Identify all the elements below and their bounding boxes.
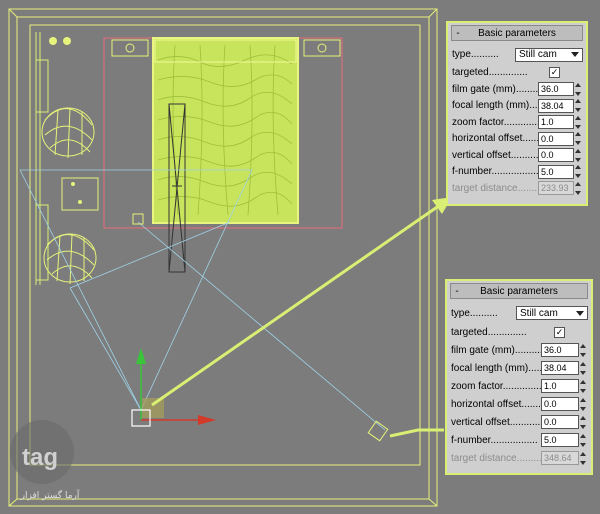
parameter-label: f-number................. xyxy=(451,434,538,446)
type-value: Still cam xyxy=(520,307,558,319)
parameter-row: zoom factor.................1.0 xyxy=(448,114,586,131)
parameter-value-field[interactable]: 1.0 xyxy=(538,115,574,130)
parameter-row: target distance.................233.93 xyxy=(448,180,586,197)
parameter-value-field[interactable]: 36.0 xyxy=(541,343,579,357)
basic-parameters-panel-top: - Basic parameters type.......... Still … xyxy=(446,21,588,206)
type-value: Still cam xyxy=(519,49,557,60)
basic-parameters-panel-bottom: - Basic parameters type.......... Still … xyxy=(445,279,593,475)
parameter-value-field: 233.93 xyxy=(538,181,574,196)
parameter-label: vertical offset................. xyxy=(452,149,538,161)
parameter-row: focal length (mm).................38.04 xyxy=(448,98,586,115)
side-table-item xyxy=(78,200,82,204)
parameter-value-field: 348.64 xyxy=(541,451,579,465)
wall-lamp-2 xyxy=(63,37,71,45)
parameter-label: zoom factor................. xyxy=(452,116,538,128)
parameter-row: vertical offset.................0.0 xyxy=(447,413,591,431)
spinner-icon[interactable] xyxy=(575,165,582,179)
parameter-value-field[interactable]: 38.04 xyxy=(538,98,574,113)
parameter-label: film gate (mm)................. xyxy=(452,83,538,95)
parameter-label: vertical offset................. xyxy=(451,416,541,428)
parameter-label: horizontal offset................. xyxy=(451,398,541,410)
collapse-icon[interactable]: - xyxy=(451,286,463,297)
rollout-header[interactable]: - Basic parameters xyxy=(451,25,583,41)
side-table-item xyxy=(71,182,75,186)
parameter-label: focal length (mm)................. xyxy=(452,100,538,112)
wall-lamp-1 xyxy=(49,37,57,45)
parameter-row: horizontal offset.................0.0 xyxy=(448,131,586,148)
logo: tag xyxy=(10,420,74,484)
parameter-row: f-number................. 5.0 xyxy=(447,431,591,449)
type-row: type.......... Still cam xyxy=(447,303,591,323)
spinner-icon[interactable] xyxy=(575,115,582,129)
spinner-icon[interactable] xyxy=(575,148,582,162)
targeted-row: targeted.............. ✓ xyxy=(447,323,591,341)
parameter-list: film gate (mm).................36.0focal… xyxy=(448,81,586,197)
spinner-icon[interactable] xyxy=(580,361,587,375)
parameter-label: horizontal offset................. xyxy=(452,133,538,145)
collapse-icon[interactable]: - xyxy=(452,28,464,39)
targeted-label: targeted.............. xyxy=(452,67,528,78)
chevron-down-icon xyxy=(571,52,579,57)
spinner-icon[interactable] xyxy=(580,379,587,393)
parameter-value-field[interactable]: 5.0 xyxy=(538,164,574,179)
watermark-text: آرما گستر افزار xyxy=(20,489,80,501)
spinner-icon[interactable] xyxy=(575,132,582,146)
logo-text: tag xyxy=(22,444,58,471)
parameter-value-field[interactable]: 5.0 xyxy=(541,433,579,447)
type-dropdown[interactable]: Still cam xyxy=(515,47,583,62)
parameter-label: zoom factor................. xyxy=(451,380,541,392)
spinner-icon[interactable] xyxy=(580,343,587,357)
type-dropdown[interactable]: Still cam xyxy=(516,306,588,320)
rollout-header[interactable]: - Basic parameters xyxy=(450,283,588,299)
parameter-value-field[interactable]: 0.0 xyxy=(541,397,579,411)
parameter-label: target distance................. xyxy=(451,452,541,464)
spinner-icon xyxy=(575,181,582,195)
targeted-row: targeted.............. ✓ xyxy=(448,64,586,81)
targeted-checkbox[interactable]: ✓ xyxy=(554,326,565,338)
parameter-value-field[interactable]: 0.0 xyxy=(538,148,574,163)
parameter-row: film gate (mm).................36.0 xyxy=(447,341,591,359)
parameter-value-field[interactable]: 0.0 xyxy=(541,415,579,429)
parameter-row: focal length (mm).................38.04 xyxy=(447,359,591,377)
parameter-row: vertical offset.................0.0 xyxy=(448,147,586,164)
spinner-icon[interactable] xyxy=(580,397,587,411)
parameter-row: zoom factor.................1.0 xyxy=(447,377,591,395)
parameter-row: film gate (mm).................36.0 xyxy=(448,81,586,98)
spinner-icon[interactable] xyxy=(575,99,582,113)
bed-mattress[interactable] xyxy=(152,37,299,224)
parameter-label: focal length (mm)................. xyxy=(451,362,541,374)
parameter-value-field[interactable]: 38.04 xyxy=(541,361,579,375)
parameter-row: horizontal offset.................0.0 xyxy=(447,395,591,413)
spinner-icon[interactable] xyxy=(580,433,587,447)
spinner-icon[interactable] xyxy=(580,415,587,429)
rollout-title: Basic parameters xyxy=(478,27,556,39)
spinner-icon[interactable] xyxy=(575,82,582,96)
parameter-label: target distance................. xyxy=(452,182,538,194)
parameter-label: film gate (mm)................. xyxy=(451,344,541,356)
type-label: type.......... xyxy=(452,49,499,60)
type-row: type.......... Still cam xyxy=(448,45,586,64)
parameter-value-field[interactable]: 0.0 xyxy=(538,131,574,146)
parameter-row: target distance.................348.64 xyxy=(447,449,591,467)
chevron-down-icon xyxy=(576,310,584,316)
parameter-list: film gate (mm).................36.0focal… xyxy=(447,341,591,467)
spinner-icon xyxy=(580,451,587,465)
parameter-label: f-number................. xyxy=(452,166,538,178)
type-label: type.......... xyxy=(451,307,498,319)
parameter-value-field[interactable]: 36.0 xyxy=(538,82,574,97)
parameter-value-field[interactable]: 1.0 xyxy=(541,379,579,393)
targeted-checkbox[interactable]: ✓ xyxy=(549,67,560,78)
targeted-label: targeted.............. xyxy=(451,326,527,338)
rollout-title: Basic parameters xyxy=(480,285,558,297)
parameter-row: f-number................. 5.0 xyxy=(448,164,586,181)
